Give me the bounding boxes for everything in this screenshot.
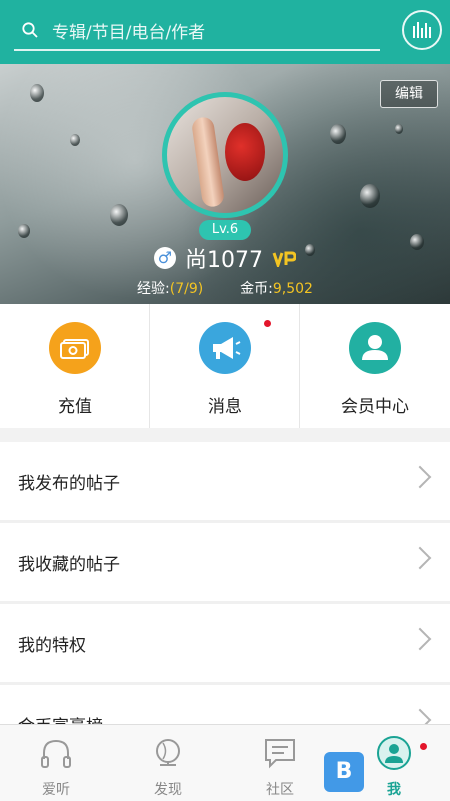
top-bar [0,0,450,64]
water-drop [110,204,128,226]
chevron-right-icon [408,627,432,651]
messages-badge [264,320,271,327]
recharge-label: 充值 [58,397,92,417]
exp-label: 经验: [137,281,170,297]
tab-label: 爱听 [42,782,70,798]
watermark-logo: B [324,752,364,792]
username: 尚1077 [185,248,263,273]
chevron-right-icon [408,546,432,570]
tab-listen[interactable]: 爱听 [0,725,112,801]
recharge-button[interactable]: 充值 [0,304,150,428]
headphones-icon [41,739,71,768]
water-drop [330,124,346,144]
me-badge [420,743,427,750]
menu-item-label: 我的特权 [18,636,86,656]
male-gender-icon: ♂ [153,247,176,269]
now-playing-button[interactable] [402,10,442,50]
coins-label: 金币: [240,281,273,297]
menu-item-label: 我收藏的帖子 [18,555,120,575]
tab-label: 发现 [154,782,182,798]
water-drop [18,224,30,238]
globe-icon [156,739,180,766]
tab-label: 社区 [266,782,294,798]
wallet-icon [49,322,101,374]
avatar-lips [225,123,265,181]
username-row: ♂ 尚1077 [0,242,450,273]
avatar-finger [190,115,226,209]
search-icon [22,22,38,38]
profile-header: 编辑 Lv.6 ♂ 尚1077 经验:(7/9) 金币:9,502 [0,64,450,304]
member-center-label: 会员中心 [341,397,409,417]
tab-community[interactable]: 社区 [224,725,336,801]
member-center-button[interactable]: 会员中心 [300,304,450,428]
menu-item-favorite-posts[interactable]: 我收藏的帖子 [0,523,450,604]
user-icon [377,736,411,770]
tab-discover[interactable]: 发现 [112,725,224,801]
quick-actions: 充值 消息 会员中心 [0,304,450,428]
chat-icon [265,739,295,769]
menu-list: 我发布的帖子 我收藏的帖子 我的特权 金币富豪榜 [0,442,450,766]
megaphone-icon [199,322,251,374]
vip-icon [272,249,297,270]
search-bar[interactable] [14,13,380,51]
water-drop [360,184,380,208]
exp-value: (7/9) [169,281,204,297]
menu-item-label: 我发布的帖子 [18,474,120,494]
messages-button[interactable]: 消息 [150,304,300,428]
bottom-nav: 爱听 发现 社区 我 [0,724,450,801]
edit-profile-button[interactable]: 编辑 [380,80,438,108]
water-drop [30,84,44,102]
messages-label: 消息 [208,397,242,417]
user-stats: 经验:(7/9) 金币:9,502 [0,278,450,298]
water-drop [70,134,80,146]
menu-item-privileges[interactable]: 我的特权 [0,604,450,685]
menu-item-my-posts[interactable]: 我发布的帖子 [0,442,450,523]
level-badge: Lv.6 [199,220,251,240]
water-drop [395,124,403,134]
coins-value: 9,502 [272,281,313,297]
member-icon [349,322,401,374]
chevron-right-icon [408,465,432,489]
avatar[interactable] [162,92,288,218]
equalizer-icon [413,22,431,38]
search-input[interactable] [50,19,374,47]
